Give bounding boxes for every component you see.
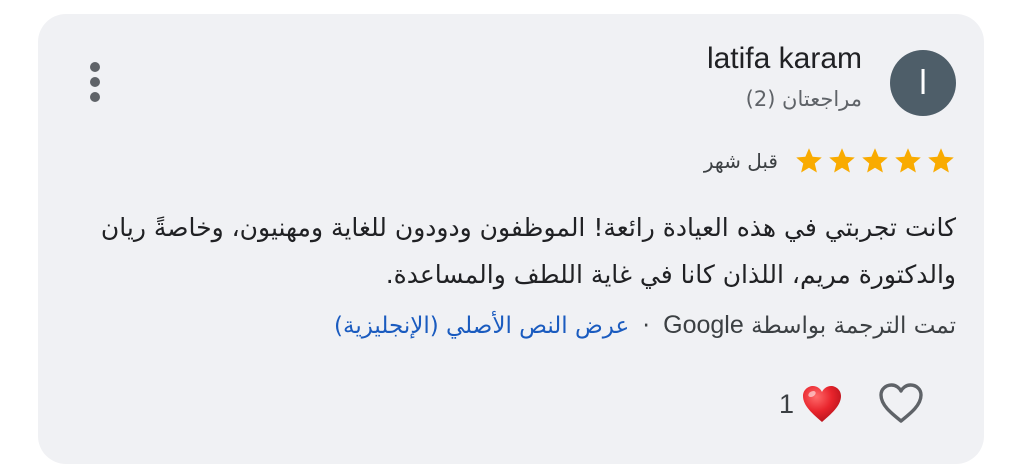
heart-outline-icon — [879, 383, 923, 423]
show-original-link[interactable]: عرض النص الأصلي (الإنجليزية) — [334, 313, 629, 339]
heart-reaction[interactable]: 1 — [779, 382, 844, 426]
more-options-button[interactable] — [82, 60, 108, 104]
avatar-initial: l — [919, 63, 927, 102]
translation-prefix: تمت الترجمة بواسطة — [751, 313, 956, 339]
rating-row: قبل شهر — [704, 143, 956, 179]
translation-separator: · — [642, 313, 650, 339]
like-button[interactable] — [876, 380, 926, 426]
heart-filled-icon — [803, 386, 841, 422]
review-card: l latifa karam مراجعتان (2) قبل شهر كانت… — [38, 14, 984, 464]
reviewer-review-count[interactable]: مراجعتان (2) — [746, 87, 862, 111]
star-icon — [862, 148, 888, 173]
star-icon — [895, 148, 921, 173]
translation-provider: Google — [663, 311, 744, 339]
star-icon — [796, 148, 822, 173]
star-icon — [928, 148, 954, 173]
more-vert-icon — [90, 62, 100, 72]
review-date: قبل شهر — [703, 149, 778, 173]
reviewer-name[interactable]: latifa karam — [707, 42, 862, 76]
heart-reaction-count: 1 — [778, 388, 794, 419]
star-icon — [829, 148, 855, 173]
more-vert-icon-dot — [90, 92, 100, 102]
star-rating — [794, 146, 956, 176]
review-text: كانت تجربتي في هذه العيادة رائعة! الموظف… — [100, 213, 956, 289]
more-vert-icon-dot — [90, 77, 100, 87]
translation-notice: تمت الترجمة بواسطة Google · عرض النص الأ… — [334, 307, 956, 344]
avatar[interactable]: l — [890, 50, 956, 116]
